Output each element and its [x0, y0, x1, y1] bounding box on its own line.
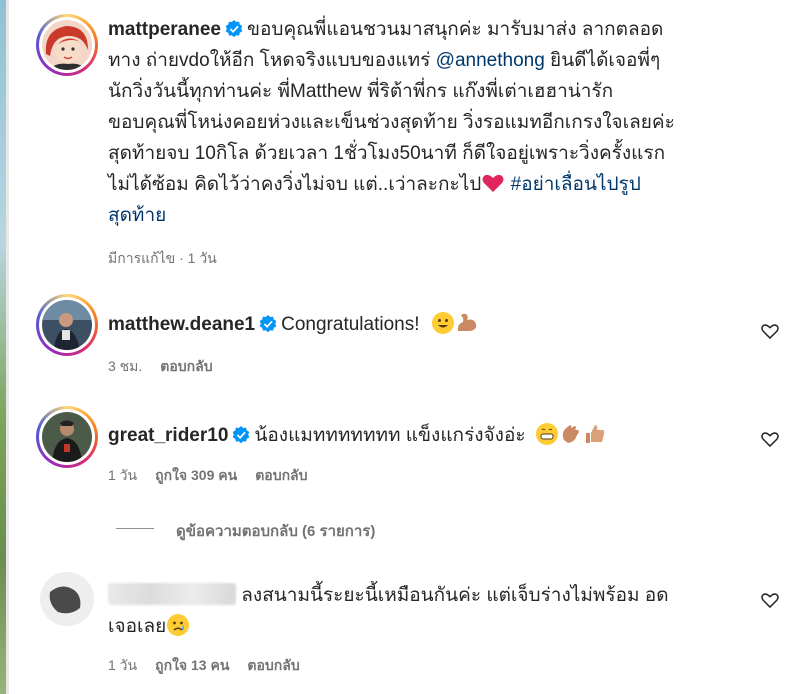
- caption-text-2: ทาง ถ่ายvdoให้อีก โหดจริงแบบของแทร่: [108, 50, 436, 71]
- comment-2-avatar[interactable]: [36, 406, 98, 468]
- comment-3-meta: 1 วัน ถูกใจ 13 คน ตอบกลับ: [108, 655, 318, 677]
- post-meta: มีการแก้ไข · 1 วัน: [108, 248, 235, 270]
- like-heart-icon[interactable]: [760, 590, 780, 610]
- post-author-avatar[interactable]: [36, 14, 98, 76]
- flexed-biceps-icon: [457, 313, 476, 331]
- post-caption-line-6: ไม่ได้ซ้อม คิดไว้ว่าคงวิ่งไม่จบ แต่..เว่…: [108, 169, 758, 200]
- comment-1-time: 3 ชม.: [108, 358, 143, 374]
- edited-timestamp: มีการแก้ไข · 1 วัน: [108, 250, 217, 266]
- background-edge-border: [6, 0, 9, 694]
- comment-3-likes[interactable]: ถูกใจ 13 คน: [155, 657, 229, 673]
- mention-link[interactable]: @annethong: [436, 50, 545, 71]
- man-photo-avatar-image: [42, 300, 92, 350]
- comment-1-meta: 3 ชม. ตอบกลับ: [108, 356, 231, 378]
- like-heart-icon[interactable]: [760, 321, 780, 341]
- comment-2-time: 1 วัน: [108, 467, 138, 483]
- caption-text-2-tail: ยินดีได้เจอพี่ๆ: [544, 50, 661, 71]
- grinning-emoji-icon: [535, 423, 558, 445]
- sad-tear-emoji-icon: [167, 614, 190, 636]
- hashtag-link[interactable]: #อย่าเลื่อนไปรูป: [511, 174, 641, 195]
- view-replies-divider: [116, 528, 154, 529]
- comment-3-reply-button[interactable]: ตอบกลับ: [247, 657, 299, 673]
- comment-2-text: น้องแมททททททท แข็งแกร่งจังอ่ะ: [254, 425, 526, 446]
- caption-text-3: นักวิ่งวันนี้ทุกท่านค่ะ พี่Matthew พี่ริ…: [108, 81, 614, 102]
- comment-2-meta: 1 วัน ถูกใจ 309 คน ตอบกลับ: [108, 465, 326, 487]
- view-replies-button[interactable]: ดูข้อความตอบกลับ (6 รายการ): [176, 519, 375, 543]
- post-author-username[interactable]: mattperanee: [108, 19, 221, 40]
- comment-2-likes[interactable]: ถูกใจ 309 คน: [155, 467, 237, 483]
- blurred-avatar-image: [40, 572, 94, 626]
- comment-2-body: great_rider10 น้องแมททททททท แข็งแกร่งจังอ…: [108, 420, 607, 451]
- caption-text-6: ไม่ได้ซ้อม คิดไว้ว่าคงวิ่งไม่จบ แต่..เว่…: [108, 174, 482, 195]
- post-caption-line-1: mattperanee ขอบคุณพี่แอนชวนมาสนุกค่ะ มารั…: [108, 14, 758, 45]
- thumbs-up-icon: [585, 425, 605, 443]
- comment-3-text-1: ลงสนามนี้ระยะนี้เหมือนกันค่ะ แต่เจ็บร่าง…: [241, 585, 669, 606]
- smiley-emoji-icon: [431, 312, 454, 334]
- red-heart-icon: [482, 174, 504, 192]
- comment-1-text: Congratulations!: [281, 314, 420, 335]
- comment-2-username[interactable]: great_rider10: [108, 425, 228, 446]
- verified-badge-icon: [225, 20, 243, 38]
- hashtag-link-continued[interactable]: สุดท้าย: [108, 200, 758, 231]
- post-caption-line-2: ทาง ถ่ายvdoให้อีก โหดจริงแบบของแทร่ @ann…: [108, 45, 758, 76]
- comment-3-time: 1 วัน: [108, 657, 138, 673]
- comment-1-avatar[interactable]: [36, 294, 98, 356]
- verified-badge-icon: [259, 315, 277, 333]
- clapping-hands-icon: [562, 425, 579, 443]
- cartoon-avatar-image: [42, 20, 92, 70]
- caption-text-5: สุดท้ายจบ 10กิโล ด้วยเวลา 1ชั่วโมง50นาที…: [108, 143, 666, 164]
- verified-badge-icon: [233, 426, 250, 444]
- comment-3-avatar[interactable]: [40, 572, 94, 626]
- comment-1-body: matthew.deane1 Congratulations!: [108, 309, 479, 340]
- like-heart-icon[interactable]: [760, 429, 780, 449]
- post-caption: mattperanee ขอบคุณพี่แอนชวนมาสนุกค่ะ มารั…: [108, 14, 758, 231]
- comment-1-reply-button[interactable]: ตอบกลับ: [160, 358, 212, 374]
- rider-photo-avatar-image: [42, 412, 92, 462]
- hidden-username-blur[interactable]: [108, 583, 236, 605]
- comment-3-body: ลงสนามนี้ระยะนี้เหมือนกันค่ะ แต่เจ็บร่าง…: [108, 580, 758, 642]
- caption-text-1: ขอบคุณพี่แอนชวนมาสนุกค่ะ มารับมาส่ง ลากต…: [247, 19, 664, 40]
- comment-2-reply-button[interactable]: ตอบกลับ: [255, 467, 307, 483]
- comment-3-text-2: เจอเลย: [108, 616, 167, 637]
- caption-text-4: ขอบคุณพี่โหน่งคอยห่วงและเข็นช่วงสุดท้าย …: [108, 112, 675, 133]
- comment-1-username[interactable]: matthew.deane1: [108, 314, 255, 335]
